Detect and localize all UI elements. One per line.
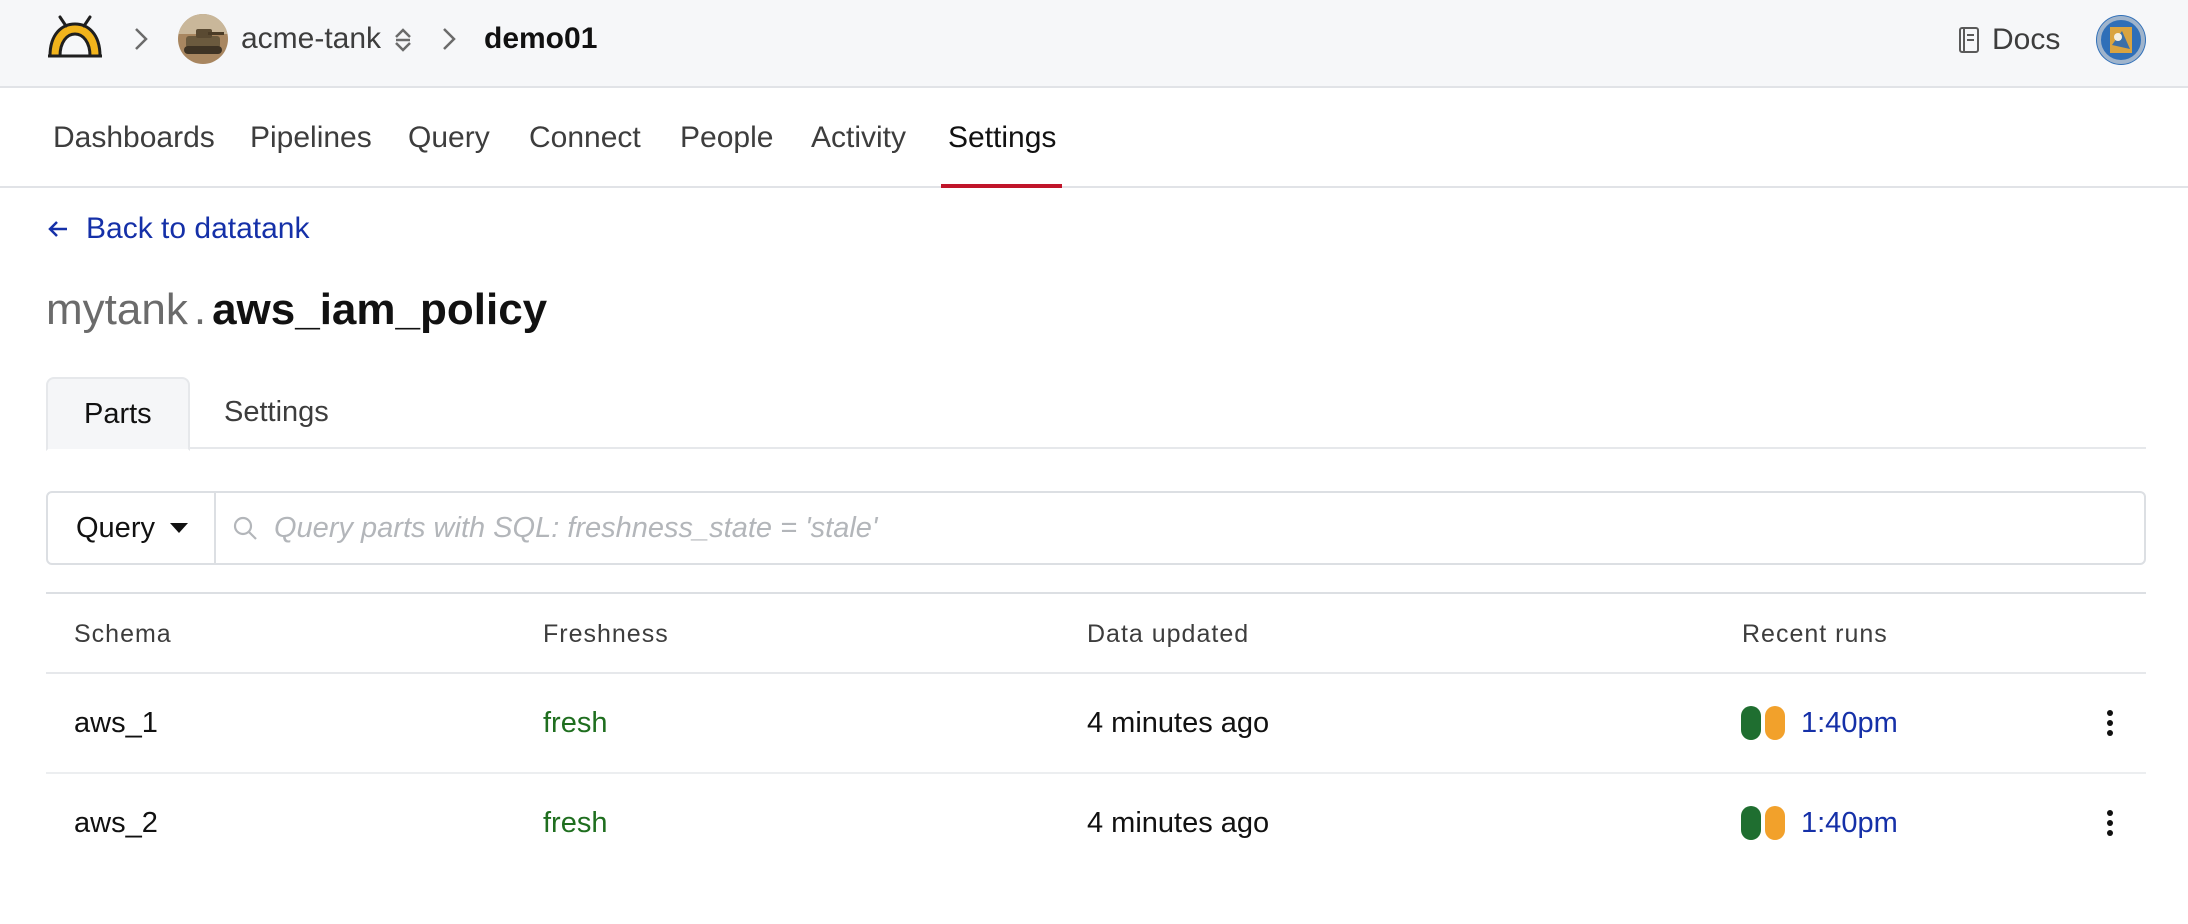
main-nav: Dashboards Pipelines Query Connect Peopl…	[0, 88, 2188, 188]
query-mode-dropdown[interactable]: Query	[48, 493, 216, 563]
caret-down-icon	[169, 523, 188, 533]
search-icon	[233, 516, 257, 540]
table-subtabs: Parts Settings	[46, 377, 2146, 451]
tab-connect[interactable]: Connect	[529, 118, 641, 158]
query-input[interactable]	[272, 510, 2144, 546]
run-status-success[interactable]	[1741, 806, 1761, 840]
project-name[interactable]: demo01	[484, 20, 597, 58]
user-avatar-image	[2096, 15, 2146, 65]
cell-data-updated: 4 minutes ago	[1087, 707, 1270, 739]
run-status-success[interactable]	[1741, 706, 1761, 740]
chevron-right-icon	[135, 28, 148, 50]
query-input-wrapper	[216, 493, 2144, 563]
tank-avatar-image	[178, 14, 228, 64]
switch-org-icon[interactable]	[392, 26, 414, 54]
subtab-parts[interactable]: Parts	[46, 377, 190, 451]
page-title: mytank. aws_iam_policy	[46, 282, 547, 338]
tab-dashboards[interactable]: Dashboards	[53, 118, 215, 158]
title-separator: .	[193, 285, 207, 334]
column-header-schema: Schema	[74, 620, 172, 648]
tab-people[interactable]: People	[680, 118, 773, 158]
query-mode-label: Query	[76, 511, 155, 544]
cell-freshness: fresh	[543, 807, 608, 839]
cell-data-updated: 4 minutes ago	[1087, 807, 1270, 839]
query-bar: Query	[46, 491, 2146, 565]
chevron-right-icon	[443, 28, 456, 50]
book-icon	[1959, 27, 1979, 53]
subtab-settings[interactable]: Settings	[188, 377, 365, 449]
back-link-label: Back to datatank	[86, 212, 310, 245]
column-header-recent-runs: Recent runs	[1742, 620, 1888, 648]
cell-freshness: fresh	[543, 707, 608, 739]
top-bar: acme-tank demo01 Docs	[0, 0, 2188, 88]
arrow-left-icon	[48, 221, 67, 237]
last-run-time-link[interactable]: 1:40pm	[1801, 706, 1898, 740]
tab-query[interactable]: Query	[408, 118, 490, 158]
column-header-freshness: Freshness	[543, 620, 669, 648]
column-header-data-updated: Data updated	[1087, 620, 1250, 648]
more-options-icon[interactable]	[2102, 708, 2118, 738]
app-logo-icon[interactable]	[44, 14, 106, 60]
docs-link[interactable]: Docs	[1958, 20, 2060, 60]
run-status-warning[interactable]	[1765, 706, 1785, 740]
active-tab-indicator	[941, 184, 1062, 188]
table-row[interactable]: aws_1 fresh 4 minutes ago 1:40pm	[46, 674, 2146, 774]
user-avatar[interactable]	[2096, 15, 2146, 65]
tab-activity[interactable]: Activity	[811, 118, 906, 158]
docs-label: Docs	[1992, 23, 2061, 56]
title-namespace: mytank	[46, 285, 188, 334]
table-row[interactable]: aws_2 fresh 4 minutes ago 1:40pm	[46, 774, 2146, 874]
recent-runs: 1:40pm	[1741, 806, 1898, 840]
table-header: Schema Freshness Data updated Recent run…	[46, 594, 2146, 674]
more-options-icon[interactable]	[2102, 808, 2118, 838]
cell-schema[interactable]: aws_2	[74, 804, 158, 842]
back-to-datatank-link[interactable]: Back to datatank	[46, 212, 309, 246]
run-status-warning[interactable]	[1765, 806, 1785, 840]
last-run-time-link[interactable]: 1:40pm	[1801, 806, 1898, 840]
tab-pipelines[interactable]: Pipelines	[250, 118, 372, 158]
org-avatar[interactable]	[178, 14, 228, 64]
cell-schema[interactable]: aws_1	[74, 704, 158, 742]
org-name[interactable]: acme-tank	[241, 20, 381, 58]
title-table-name: aws_iam_policy	[212, 285, 548, 334]
parts-table: Schema Freshness Data updated Recent run…	[46, 592, 2146, 874]
tab-settings[interactable]: Settings	[948, 118, 1056, 158]
recent-runs: 1:40pm	[1741, 706, 1898, 740]
